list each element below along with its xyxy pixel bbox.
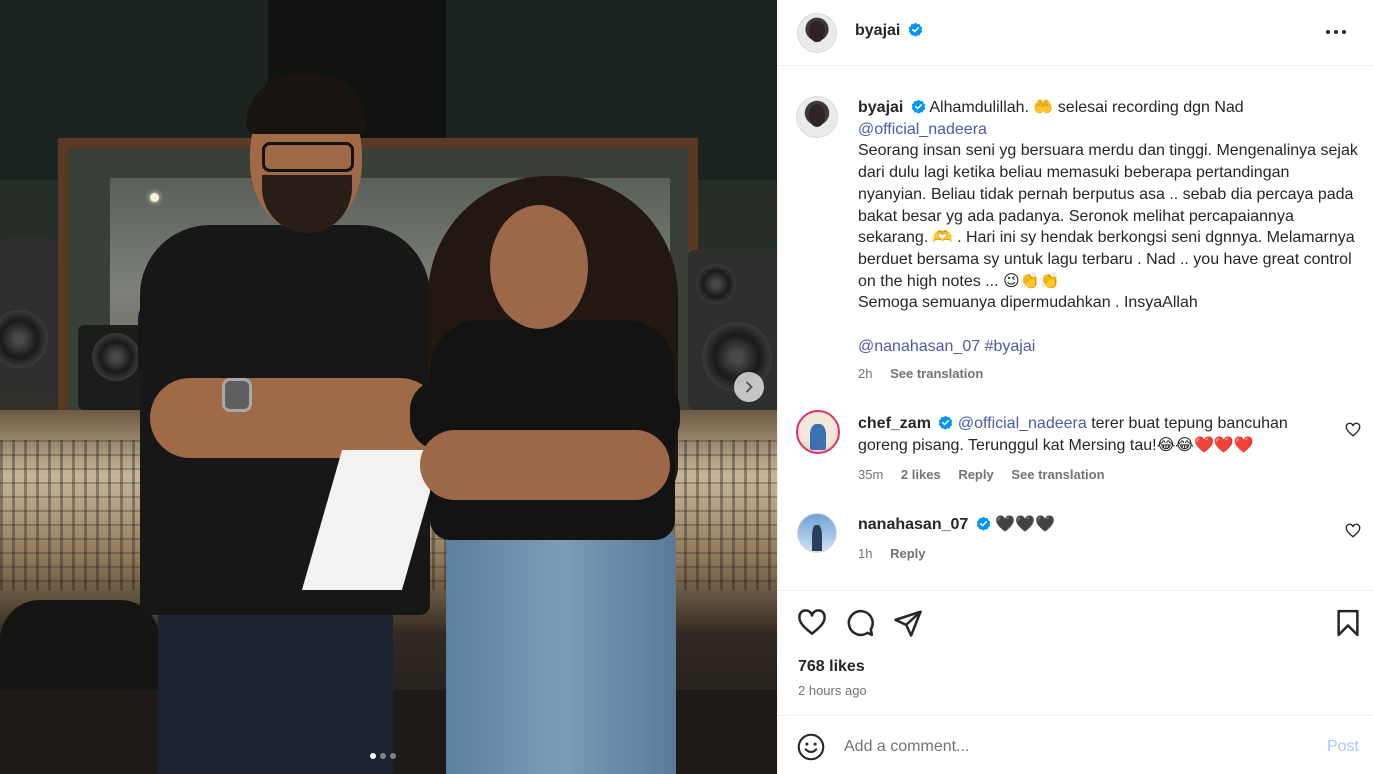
post-side-panel: byajai byajai Alhamdulillah. 🤲 selesai r… [777,0,1374,774]
carousel-dot [380,753,386,759]
carousel-next-button[interactable] [734,372,764,402]
comment-body: 🖤🖤🖤 [995,516,1055,533]
woman-face [490,205,588,329]
avatar[interactable] [796,96,838,138]
caption-text: byajai Alhamdulillah. 🤲 selesai recordin… [858,97,1358,385]
verified-badge-icon [976,516,990,531]
header-username[interactable]: byajai [855,22,900,39]
chevron-right-icon [746,381,753,393]
carousel-dot [390,753,396,759]
comment-meta: 35m 2 likes Reply See translation [858,467,1105,482]
woman-crossed-arms [420,430,670,500]
verified-badge-icon [939,415,953,430]
caption-tags-link[interactable]: @nanahasan_07 #byajai [858,338,1035,355]
caption-username[interactable]: byajai [858,99,903,116]
smiley-icon[interactable] [797,733,825,761]
avatar[interactable] [797,13,837,53]
comment-likes[interactable]: 2 likes [901,467,941,482]
comment-text: nanahasan_07 🖤🖤🖤 [858,514,1328,536]
more-options-icon [1326,30,1330,34]
header-username-block: byajai [855,22,923,40]
comment-input[interactable] [844,734,1294,760]
man-crossed-arms [150,378,440,458]
caption-meta: 2h See translation [858,363,1358,385]
comment-bubble-icon[interactable] [845,608,875,638]
comment-like-icon[interactable] [1345,523,1361,539]
post-comment-button[interactable]: Post [1327,738,1359,756]
avatar[interactable] [796,410,840,454]
caption-mention-link[interactable]: @official_nadeera [858,121,987,138]
comment-mention-link[interactable]: @official_nadeera [958,415,1087,432]
comment-see-translation-button[interactable]: See translation [1011,467,1104,482]
comment-time[interactable]: 35m [858,467,883,482]
eyeglasses [262,142,354,172]
post-time-ago[interactable]: 2 hours ago [798,683,867,698]
comment-reply-button[interactable]: Reply [958,467,993,482]
likes-count[interactable]: 768 likes [798,658,865,676]
add-comment-bar: Post [778,715,1374,774]
comment-meta: 1h Reply [858,546,926,561]
left-speaker [0,238,56,398]
wristwatch [222,378,252,412]
more-options-button[interactable] [1321,20,1351,44]
caption-body: Seorang insan seni yg bersuara merdu dan… [858,142,1358,290]
comment-username[interactable]: chef_zam [858,415,931,432]
paper-plane-icon[interactable] [893,608,923,638]
avatar[interactable] [797,513,837,553]
caption-last-line: Semoga semuanya dipermudahkan . InsyaAll… [858,294,1198,312]
bookmark-icon[interactable] [1333,608,1363,638]
heart-icon[interactable] [797,608,827,638]
comment-like-icon[interactable] [1345,422,1361,438]
verified-badge-icon [908,22,923,37]
carousel-dot-active [370,753,376,759]
post-actions: 768 likes 2 hours ago [778,590,1374,715]
comment-username[interactable]: nanahasan_07 [858,516,968,533]
caption-first-line: Alhamdulillah. 🤲 selesai recording dgn N… [929,99,1244,116]
post-header: byajai [778,0,1374,66]
woman-jeans [446,515,676,774]
comment-text: chef_zam @official_nadeera terer buat te… [858,413,1328,456]
verified-badge-icon [911,99,926,114]
comment-reply-button[interactable]: Reply [890,546,925,561]
comment-time[interactable]: 1h [858,546,872,561]
carousel-indicator [370,753,396,759]
caption-time[interactable]: 2h [858,366,872,381]
see-translation-button[interactable]: See translation [890,366,983,381]
post-photo[interactable] [0,0,777,774]
ceiling-light [150,193,159,202]
